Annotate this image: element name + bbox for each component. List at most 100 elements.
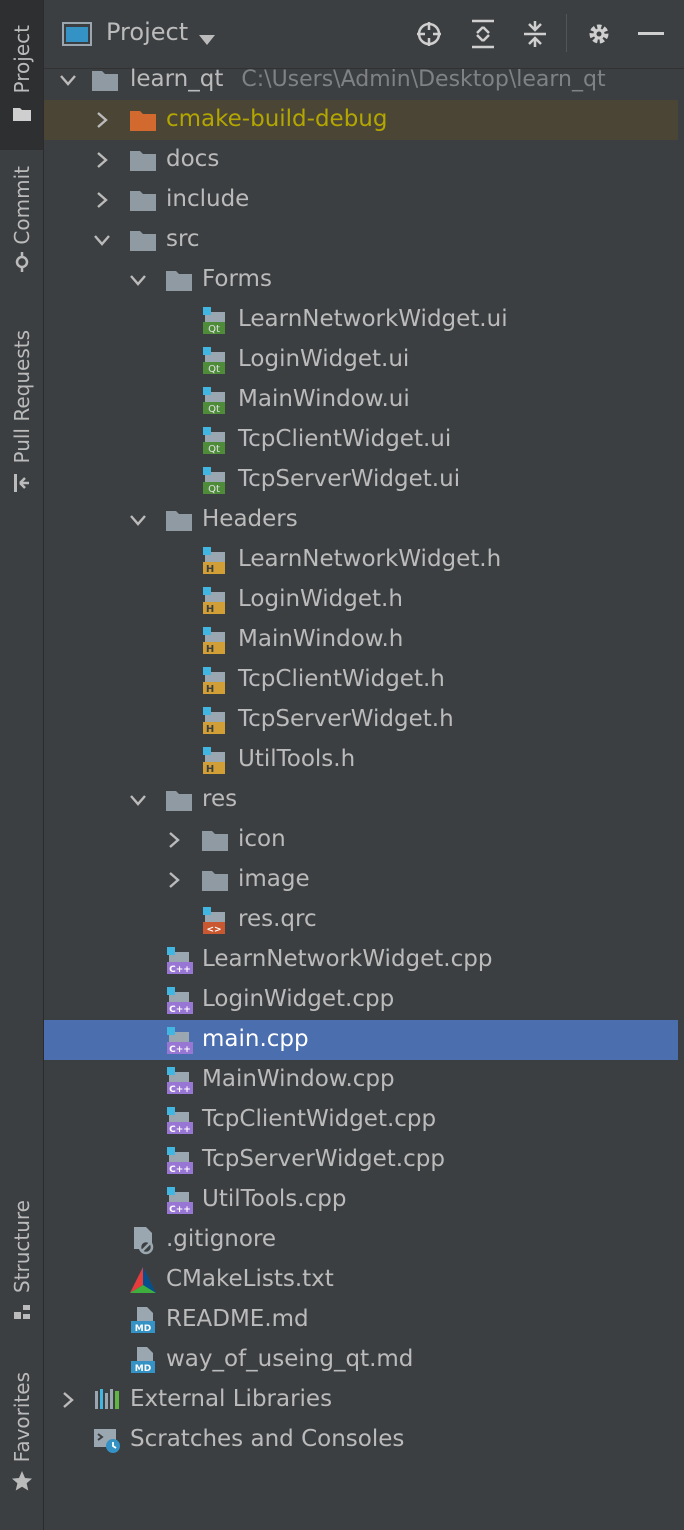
tree-item-image-folder[interactable]: image	[44, 860, 678, 900]
tree-item-ui-file[interactable]: MainWindow.ui	[44, 380, 678, 420]
tree-item-label: .gitignore	[166, 1226, 277, 1252]
tree-item-include[interactable]: include	[44, 180, 678, 220]
folder-icon	[200, 865, 230, 895]
folder-icon	[164, 785, 194, 815]
chevron-down-icon[interactable]	[58, 70, 78, 90]
structure-icon	[11, 1301, 33, 1323]
chevron-down-icon[interactable]	[128, 510, 148, 530]
expand-all-button[interactable]	[468, 18, 498, 50]
tree-item-label: res	[202, 786, 238, 812]
tree-item-label: LoginWidget.h	[238, 586, 403, 612]
tree-item-headers[interactable]: Headers	[44, 500, 678, 540]
tree-item-label: Headers	[202, 506, 298, 532]
settings-button[interactable]	[584, 18, 614, 50]
chevron-right-icon[interactable]	[164, 830, 184, 850]
tree-item-scratches[interactable]: Scratches and Consoles	[44, 1420, 678, 1460]
chevron-down-icon[interactable]	[128, 270, 148, 290]
collapse-all-icon	[524, 21, 546, 47]
folder-icon	[128, 225, 158, 255]
tree-item-cpp-file[interactable]: LearnNetworkWidget.cpp	[44, 940, 678, 980]
chevron-right-icon[interactable]	[92, 190, 112, 210]
md-file-icon	[128, 1345, 158, 1375]
tree-item-ui-file[interactable]: TcpServerWidget.ui	[44, 460, 678, 500]
tree-item-ui-file[interactable]: LoginWidget.ui	[44, 340, 678, 380]
hide-button[interactable]	[636, 18, 666, 50]
cpp-file-icon	[164, 945, 194, 975]
tree-item-res-qrc[interactable]: res.qrc	[44, 900, 678, 940]
tree-item-label: TcpClientWidget.ui	[238, 426, 452, 452]
view-selector[interactable]: Project	[106, 18, 188, 46]
cpp-file-icon	[164, 985, 194, 1015]
cmake-icon	[128, 1265, 158, 1295]
tool-tab-structure[interactable]: Structure	[0, 1200, 43, 1340]
tree-item-header-file[interactable]: TcpClientWidget.h	[44, 660, 678, 700]
tool-tab-favorites[interactable]: Favorites	[0, 1372, 43, 1512]
tree-item-cpp-file[interactable]: TcpServerWidget.cpp	[44, 1140, 678, 1180]
chevron-down-icon[interactable]	[199, 30, 215, 49]
tree-item-label: LoginWidget.ui	[238, 346, 410, 372]
chevron-right-icon[interactable]	[58, 1390, 78, 1410]
qt-ui-file-icon	[200, 305, 230, 335]
tool-tab-pull-requests[interactable]: Pull Requests	[0, 330, 43, 520]
chevron-down-icon[interactable]	[128, 790, 148, 810]
tree-item-main-cpp[interactable]: main.cpp	[44, 1020, 678, 1060]
chevron-right-icon[interactable]	[92, 110, 112, 130]
tree-item-forms[interactable]: Forms	[44, 260, 678, 300]
tree-item-cpp-file[interactable]: UtilTools.cpp	[44, 1180, 678, 1220]
tree-item-header-file[interactable]: LearnNetworkWidget.h	[44, 540, 678, 580]
chevron-right-icon[interactable]	[164, 870, 184, 890]
expand-all-icon	[472, 19, 494, 49]
tool-window-strip: Project Commit Pull Requests Structure F…	[0, 0, 44, 1530]
tree-item-ui-file[interactable]: TcpClientWidget.ui	[44, 420, 678, 460]
collapse-all-button[interactable]	[520, 18, 550, 50]
tree-item-cpp-file[interactable]: MainWindow.cpp	[44, 1060, 678, 1100]
tree-item-cmake-build-debug[interactable]: cmake-build-debug	[44, 100, 678, 140]
tree-item-cpp-file[interactable]: LoginWidget.cpp	[44, 980, 678, 1020]
tree-item-cpp-file[interactable]: TcpClientWidget.cpp	[44, 1100, 678, 1140]
tree-item-way-of-useing-qt[interactable]: way_of_useing_qt.md	[44, 1340, 678, 1380]
qt-ui-file-icon	[200, 425, 230, 455]
commit-icon	[11, 251, 33, 273]
tree-item-header-file[interactable]: MainWindow.h	[44, 620, 678, 660]
tree-item-label: TcpServerWidget.h	[238, 706, 454, 732]
excluded-folder-icon	[128, 105, 158, 135]
tree-item-label: MainWindow.h	[238, 626, 404, 652]
tree-item-label: MainWindow.cpp	[202, 1066, 395, 1092]
tree-item-label: Forms	[202, 266, 272, 292]
tree-item-docs[interactable]: docs	[44, 140, 678, 180]
pull-request-icon	[11, 472, 33, 494]
tree-item-gitignore[interactable]: .gitignore	[44, 1220, 678, 1260]
tree-item-label: main.cpp	[202, 1026, 309, 1052]
locate-file-button[interactable]	[414, 18, 444, 50]
cpp-file-icon	[164, 1065, 194, 1095]
chevron-right-icon[interactable]	[92, 150, 112, 170]
tree-item-header-file[interactable]: TcpServerWidget.h	[44, 700, 678, 740]
tree-item-res[interactable]: res	[44, 780, 678, 820]
tree-item-label: TcpServerWidget.ui	[238, 466, 461, 492]
tree-item-label: cmake-build-debug	[166, 106, 388, 132]
folder-icon	[128, 185, 158, 215]
qt-ui-file-icon	[200, 345, 230, 375]
tree-item-src[interactable]: src	[44, 220, 678, 260]
tool-tab-commit[interactable]: Commit	[0, 166, 43, 296]
tool-tab-project[interactable]: Project	[0, 0, 43, 150]
tree-item-label: docs	[166, 146, 220, 172]
cpp-file-icon	[164, 1145, 194, 1175]
toolbar-separator	[566, 14, 567, 52]
tree-item-label: way_of_useing_qt.md	[166, 1346, 414, 1372]
tree-item-header-file[interactable]: LoginWidget.h	[44, 580, 678, 620]
tree-item-header-file[interactable]: UtilTools.h	[44, 740, 678, 780]
tree-item-label: TcpClientWidget.h	[238, 666, 445, 692]
qrc-file-icon	[200, 905, 230, 935]
chevron-down-icon[interactable]	[92, 230, 112, 250]
tree-item-label: learn_qt	[130, 66, 224, 92]
tool-window-icon	[62, 22, 92, 50]
tree-item-ui-file[interactable]: LearnNetworkWidget.ui	[44, 300, 678, 340]
tree-item-learn-qt[interactable]: learn_qt C:\Users\Admin\Desktop\learn_qt	[44, 60, 678, 100]
tree-item-readme[interactable]: README.md	[44, 1300, 678, 1340]
tree-item-label: LearnNetworkWidget.h	[238, 546, 502, 572]
tree-item-cmakelists[interactable]: CMakeLists.txt	[44, 1260, 678, 1300]
tree-item-label: icon	[238, 826, 286, 852]
tree-item-external-libraries[interactable]: External Libraries	[44, 1380, 678, 1420]
tree-item-icon-folder[interactable]: icon	[44, 820, 678, 860]
